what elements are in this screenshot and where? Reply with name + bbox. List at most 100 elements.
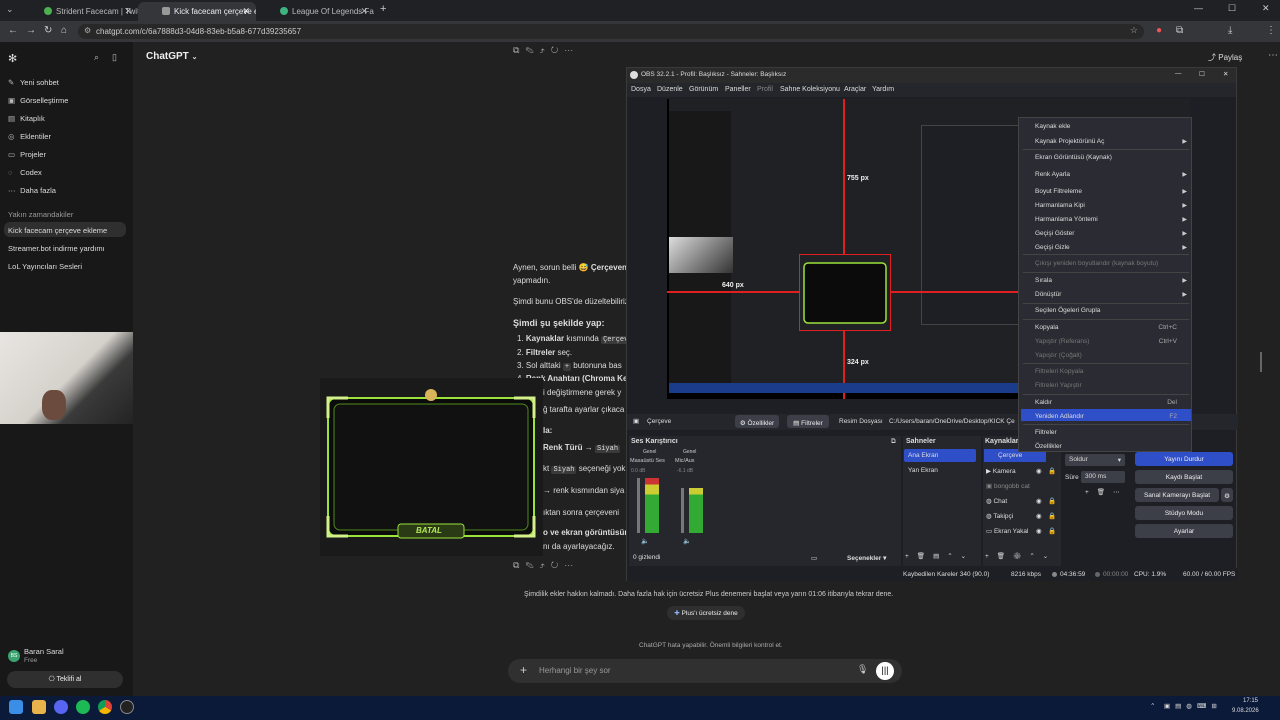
- properties-button[interactable]: ⚙ Özellikler: [735, 415, 779, 428]
- menu-file[interactable]: Dosya: [631, 86, 651, 93]
- maximize-window-icon[interactable]: ☐: [1228, 3, 1236, 14]
- source-item[interactable]: ◍ Chat ◉ 🔒: [986, 497, 1061, 505]
- more-icon[interactable]: ⋯: [564, 45, 579, 55]
- add-scene-icon[interactable]: +: [905, 553, 917, 560]
- discord-icon[interactable]: [54, 700, 68, 714]
- share-message-icon[interactable]: ⤴: [540, 560, 551, 570]
- studio-mode-button[interactable]: Stüdyo Modu: [1135, 506, 1233, 520]
- options-dropdown[interactable]: Seçenekler ▾: [847, 554, 886, 562]
- more-icon[interactable]: ⋯: [564, 560, 579, 570]
- mic-icon[interactable]: 🎙: [857, 664, 868, 675]
- recent-chat-item[interactable]: LoL Yayıncıları Sesleri: [8, 262, 82, 271]
- visibility-eye-icon[interactable]: ◉: [1036, 467, 1042, 475]
- context-menu-item[interactable]: Yeniden Adlandır: [1035, 413, 1084, 420]
- lock-icon[interactable]: 🔒: [1048, 512, 1056, 520]
- mixer-layout-icon[interactable]: ▭: [811, 554, 817, 562]
- sidebar-item-more[interactable]: ⋯ Daha fazla: [8, 186, 56, 195]
- remove-scene-icon[interactable]: 🗑: [917, 553, 933, 560]
- minimize-window-icon[interactable]: —: [1194, 3, 1203, 13]
- context-menu-item[interactable]: Kaynak Projektörünü Aç: [1035, 138, 1104, 145]
- context-menu-item[interactable]: Harmanlama Kipi: [1035, 202, 1085, 209]
- tray-chevron-icon[interactable]: ⌃: [1150, 702, 1155, 710]
- recent-chat-item[interactable]: Kick facecam çerçeve ekleme: [8, 226, 107, 235]
- volume-slider[interactable]: [681, 488, 684, 533]
- context-menu-item[interactable]: Filtreler: [1035, 429, 1057, 436]
- close-tab-icon[interactable]: ✕: [360, 6, 368, 17]
- menu-help[interactable]: Yardım: [872, 86, 894, 93]
- sidebar-item-plugins[interactable]: ◎ Eklentiler: [8, 132, 51, 141]
- context-menu-item[interactable]: Ekran Görüntüsü (Kaynak): [1035, 154, 1112, 161]
- selected-frame-source[interactable]: [799, 254, 891, 331]
- close-tab-icon[interactable]: ✕: [124, 6, 132, 17]
- visibility-eye-icon[interactable]: ◉: [1036, 512, 1042, 520]
- obs-minimize-icon[interactable]: —: [1175, 70, 1182, 77]
- new-tab-button[interactable]: +: [380, 3, 386, 15]
- source-item[interactable]: ▭ Ekran Yakal ◉ 🔒: [986, 527, 1061, 535]
- chrome-icon[interactable]: [98, 700, 112, 714]
- context-menu-item[interactable]: Boyut Filtreleme: [1035, 188, 1082, 195]
- windows-start-icon[interactable]: [9, 700, 23, 714]
- plus-trial-button[interactable]: ✚ Plus'ı ücretsiz dene: [667, 606, 745, 620]
- lock-icon[interactable]: 🔒: [1048, 527, 1056, 535]
- context-menu-item[interactable]: Geçişi Göster: [1035, 230, 1074, 237]
- stop-stream-button[interactable]: Yayını Durdur: [1135, 452, 1233, 466]
- downloads-icon[interactable]: ⤓: [1228, 25, 1232, 36]
- chat-input[interactable]: + Herhangi bir şey sor 🎙 |||: [508, 659, 902, 683]
- sidebar-item-new-chat[interactable]: ✎ Yeni sohbet: [8, 78, 59, 87]
- extensions-puzzle-icon[interactable]: ⧉: [1176, 25, 1183, 36]
- add-transition-icon[interactable]: +: [1085, 489, 1097, 496]
- menu-profile[interactable]: Profil: [757, 86, 773, 93]
- menu-dots-icon[interactable]: ⋮: [1266, 25, 1276, 36]
- filters-button[interactable]: ▤ Filtreler: [787, 415, 829, 428]
- volume-slider[interactable]: [637, 478, 640, 533]
- visibility-eye-icon[interactable]: ◉: [1036, 497, 1042, 505]
- forward-icon[interactable]: →: [26, 25, 36, 36]
- settings-button[interactable]: Ayarlar: [1135, 524, 1233, 538]
- menu-docks[interactable]: Paneller: [725, 86, 751, 93]
- regenerate-icon[interactable]: ↻: [551, 45, 565, 55]
- source-item[interactable]: ◍ Takipçi ◉ 🔒: [986, 512, 1061, 520]
- home-icon[interactable]: ⌂: [61, 25, 67, 36]
- more-icon[interactable]: ⋯: [1113, 489, 1128, 496]
- context-menu-item[interactable]: Kaldır: [1035, 399, 1052, 406]
- edit-icon[interactable]: ✎: [525, 560, 539, 570]
- obs-icon[interactable]: [120, 700, 134, 714]
- menu-view[interactable]: Görünüm: [689, 86, 718, 93]
- chatgpt-logo-icon[interactable]: ✻: [8, 52, 17, 65]
- visibility-eye-icon[interactable]: ◉: [1036, 527, 1042, 535]
- context-menu-item[interactable]: Seçilen Ögeleri Grupla: [1035, 307, 1100, 314]
- clock-time[interactable]: 17:15: [1243, 698, 1258, 704]
- attach-plus-icon[interactable]: +: [520, 663, 527, 677]
- spotify-icon[interactable]: [76, 700, 90, 714]
- obs-close-icon[interactable]: ✕: [1223, 70, 1228, 78]
- source-item[interactable]: ▶ Kamera ◉ 🔒: [986, 467, 1061, 475]
- close-window-icon[interactable]: ✕: [1262, 3, 1270, 14]
- bookmark-star-icon[interactable]: ☆: [1130, 25, 1138, 36]
- clock-date[interactable]: 9.08.2026: [1232, 708, 1259, 714]
- menu-scene-collection[interactable]: Sahne Koleksiyonu: [780, 86, 840, 93]
- context-menu-item[interactable]: Dönüştür: [1035, 291, 1061, 298]
- remove-transition-icon[interactable]: 🗑: [1097, 489, 1113, 496]
- more-options-icon[interactable]: ⋯: [1268, 50, 1278, 61]
- virtualcam-settings-icon[interactable]: ⚙: [1221, 488, 1233, 502]
- extension-icon[interactable]: ●: [1156, 25, 1162, 36]
- remove-source-icon[interactable]: 🗑: [997, 553, 1013, 560]
- sidebar-item-codex[interactable]: ◌ Codex: [8, 168, 42, 177]
- move-up-icon[interactable]: ⌃: [1029, 553, 1042, 560]
- site-info-icon[interactable]: ⚙: [84, 26, 91, 35]
- tray-icons[interactable]: ▣▤◍⌨⊞: [1164, 702, 1222, 710]
- menu-tools[interactable]: Araçlar: [844, 86, 866, 93]
- tab-search-icon[interactable]: ⌄: [6, 4, 14, 15]
- context-menu-item[interactable]: Renk Ayarla: [1035, 171, 1070, 178]
- share-message-icon[interactable]: ⤴: [540, 45, 551, 55]
- scene-item-ana-ekran[interactable]: Ana Ekran: [904, 449, 976, 462]
- context-menu-item[interactable]: Özellikler: [1035, 443, 1062, 450]
- start-virtualcam-button[interactable]: Sanal Kamerayı Başlat: [1135, 488, 1219, 502]
- source-settings-icon[interactable]: ⚙: [1013, 553, 1029, 560]
- voice-mode-icon[interactable]: |||: [876, 662, 894, 680]
- source-item[interactable]: ▣ bongobb cat: [986, 482, 1061, 490]
- move-down-icon[interactable]: ⌄: [961, 553, 974, 560]
- sidebar-item-library[interactable]: ▤ Kitaplık: [8, 114, 45, 123]
- share-button[interactable]: ⤴ Paylaş: [1208, 52, 1242, 63]
- copy-icon[interactable]: ⧉: [513, 560, 525, 570]
